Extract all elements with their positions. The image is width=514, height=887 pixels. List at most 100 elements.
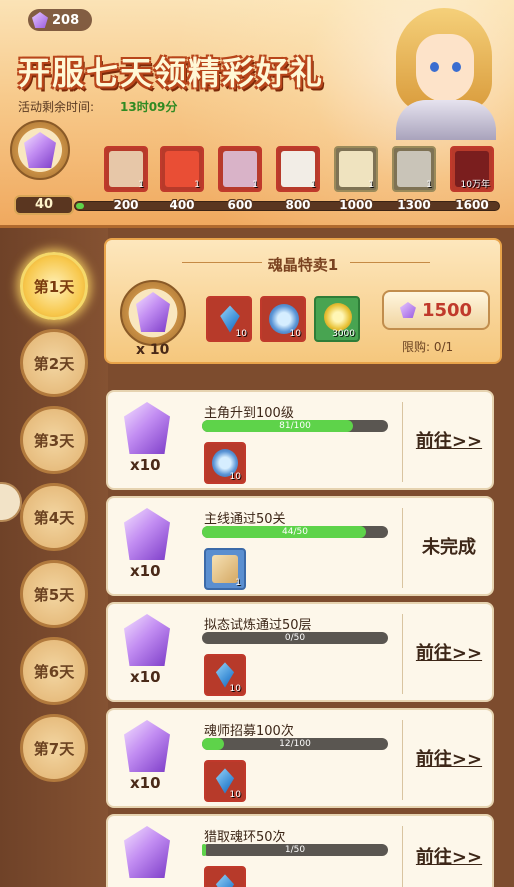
- day-tab-5[interactable]: 第5天: [20, 560, 88, 628]
- soul-crystal-icon: [32, 12, 48, 28]
- task-reward-qty: 10: [229, 472, 241, 482]
- day-tab-1[interactable]: 第1天: [20, 252, 88, 320]
- task-progress-text: 0/50: [284, 633, 306, 643]
- milestone-qty: 1: [252, 180, 258, 190]
- task-progress-bar: 12/100: [202, 738, 388, 750]
- task-divider: [402, 508, 403, 588]
- milestone-reward-3[interactable]: 1: [218, 146, 262, 192]
- milestone-qty: 1: [310, 180, 316, 190]
- task-card: x10 魂师招募100次 12/100 10 前往>>: [106, 708, 494, 808]
- milestone-points-label: 800: [285, 198, 311, 212]
- task-gem-qty: x10: [130, 456, 161, 474]
- special-offer-panel: 魂晶特卖1 x 10 10 10 3000 1500 限购: 0/1: [104, 238, 502, 364]
- task-reward-item[interactable]: [204, 866, 246, 887]
- task-reward-item[interactable]: 10: [204, 760, 246, 802]
- day-tab-4[interactable]: 第4天: [20, 483, 88, 551]
- task-divider: [402, 720, 403, 800]
- task-reward-item[interactable]: 10: [204, 654, 246, 696]
- task-divider: [402, 826, 403, 887]
- task-progress-bar: 0/50: [202, 632, 388, 644]
- offer-main-qty: x 10: [136, 342, 170, 358]
- offer-title: 魂晶特卖1: [267, 256, 339, 274]
- task-progress-bar: 1/50: [202, 844, 388, 856]
- soul-crystal-icon: [399, 302, 416, 318]
- milestone-points-label: 1300: [397, 198, 431, 212]
- current-points: 40: [14, 195, 74, 215]
- task-card: x10 主角升到100级 81/100 10 前往>>: [106, 390, 494, 490]
- soul-crystal-icon: [124, 508, 170, 560]
- task-name: 猎取魂环50次: [204, 830, 286, 845]
- scroll-icon: [212, 555, 238, 583]
- milestone-reward-7[interactable]: 10万年: [450, 146, 494, 192]
- task-card: 猎取魂环50次 1/50 前往>>: [106, 814, 494, 887]
- milestone-qty: 1: [194, 180, 200, 190]
- milestone-points-label: 400: [169, 198, 195, 212]
- offer-item-2[interactable]: 10: [260, 296, 306, 342]
- milestone-points-label: 1600: [455, 198, 489, 212]
- timer-value: 13时09分: [120, 100, 178, 114]
- task-reward-qty: 1: [235, 578, 241, 588]
- offer-item-3[interactable]: 3000: [314, 296, 360, 342]
- milestone-reward-2[interactable]: 1: [160, 146, 204, 192]
- task-card: x10 拟态试炼通过50层 0/50 10 前往>>: [106, 602, 494, 702]
- task-progress-text: 44/50: [282, 527, 308, 537]
- task-name: 主线通过50关: [204, 512, 286, 527]
- points-progress-fill: [76, 203, 84, 209]
- task-name: 主角升到100级: [204, 406, 294, 421]
- currency-value: 208: [52, 12, 80, 28]
- task-reward-qty: 10: [229, 790, 241, 800]
- task-progress-bar: 81/100: [202, 420, 388, 432]
- task-card: x10 主线通过50关 44/50 1 未完成: [106, 496, 494, 596]
- task-progress-text: 81/100: [279, 421, 311, 431]
- milestone-qty: 1: [368, 180, 374, 190]
- milestone-reward-1[interactable]: 1: [104, 146, 148, 192]
- task-progress-text: 12/100: [279, 739, 311, 749]
- milestone-qty: 10万年: [460, 180, 490, 190]
- milestone-reward-6[interactable]: 1: [392, 146, 436, 192]
- task-gem-qty: x10: [130, 562, 161, 580]
- blue-crystal-icon: [215, 874, 235, 887]
- task-reward-qty: 10: [229, 684, 241, 694]
- go-to-task-button[interactable]: 前往>>: [404, 710, 494, 806]
- milestone-qty: 1: [426, 180, 432, 190]
- day-tab-3[interactable]: 第3天: [20, 406, 88, 474]
- task-progress-bar: 44/50: [202, 526, 388, 538]
- day-tab-2[interactable]: 第2天: [20, 329, 88, 397]
- day-tab-rail: [0, 228, 108, 887]
- task-status-label: 未完成: [422, 537, 476, 558]
- task-reward-item[interactable]: 1: [204, 548, 246, 590]
- go-to-task-button[interactable]: 前往>>: [404, 816, 494, 887]
- task-name: 拟态试炼通过50层: [204, 618, 312, 633]
- go-to-task-button[interactable]: 前往>>: [404, 392, 494, 488]
- hero-portrait-icon: [378, 4, 510, 140]
- offer-price: 1500: [421, 299, 473, 321]
- task-reward-item[interactable]: 10: [204, 442, 246, 484]
- offer-item-1[interactable]: 10: [206, 296, 252, 342]
- soul-crystal-icon: [124, 402, 170, 454]
- day-tab-7[interactable]: 第7天: [20, 714, 88, 782]
- purchase-limit: 限购: 0/1: [402, 340, 454, 354]
- task-name: 魂师招募100次: [204, 724, 294, 739]
- soul-crystal-icon: [124, 720, 170, 772]
- task-progress-text: 1/50: [284, 845, 306, 855]
- buy-offer-button[interactable]: 1500: [382, 290, 490, 330]
- milestone-qty: 1: [138, 180, 144, 190]
- milestone-points-label: 200: [113, 198, 139, 212]
- points-gem: [8, 120, 72, 202]
- task-gem-qty: x10: [130, 668, 161, 686]
- timer-label: 活动剩余时间:: [18, 100, 95, 114]
- task-divider: [402, 402, 403, 482]
- soul-crystal-icon: [124, 614, 170, 666]
- event-header: 208 开服七天领精彩好礼 活动剩余时间: 13时09分: [0, 0, 514, 228]
- currency-display[interactable]: 208: [28, 9, 92, 31]
- task-divider: [402, 614, 403, 694]
- milestone-points-label: 1000: [339, 198, 373, 212]
- day-tab-6[interactable]: 第6天: [20, 637, 88, 705]
- go-to-task-button[interactable]: 前往>>: [404, 604, 494, 700]
- task-gem-qty: x10: [130, 774, 161, 792]
- gold-coin-icon: [324, 303, 352, 331]
- milestone-reward-4[interactable]: 1: [276, 146, 320, 192]
- milestone-points-label: 600: [227, 198, 253, 212]
- milestone-reward-5[interactable]: 1: [334, 146, 378, 192]
- soul-crystal-icon: [124, 826, 170, 878]
